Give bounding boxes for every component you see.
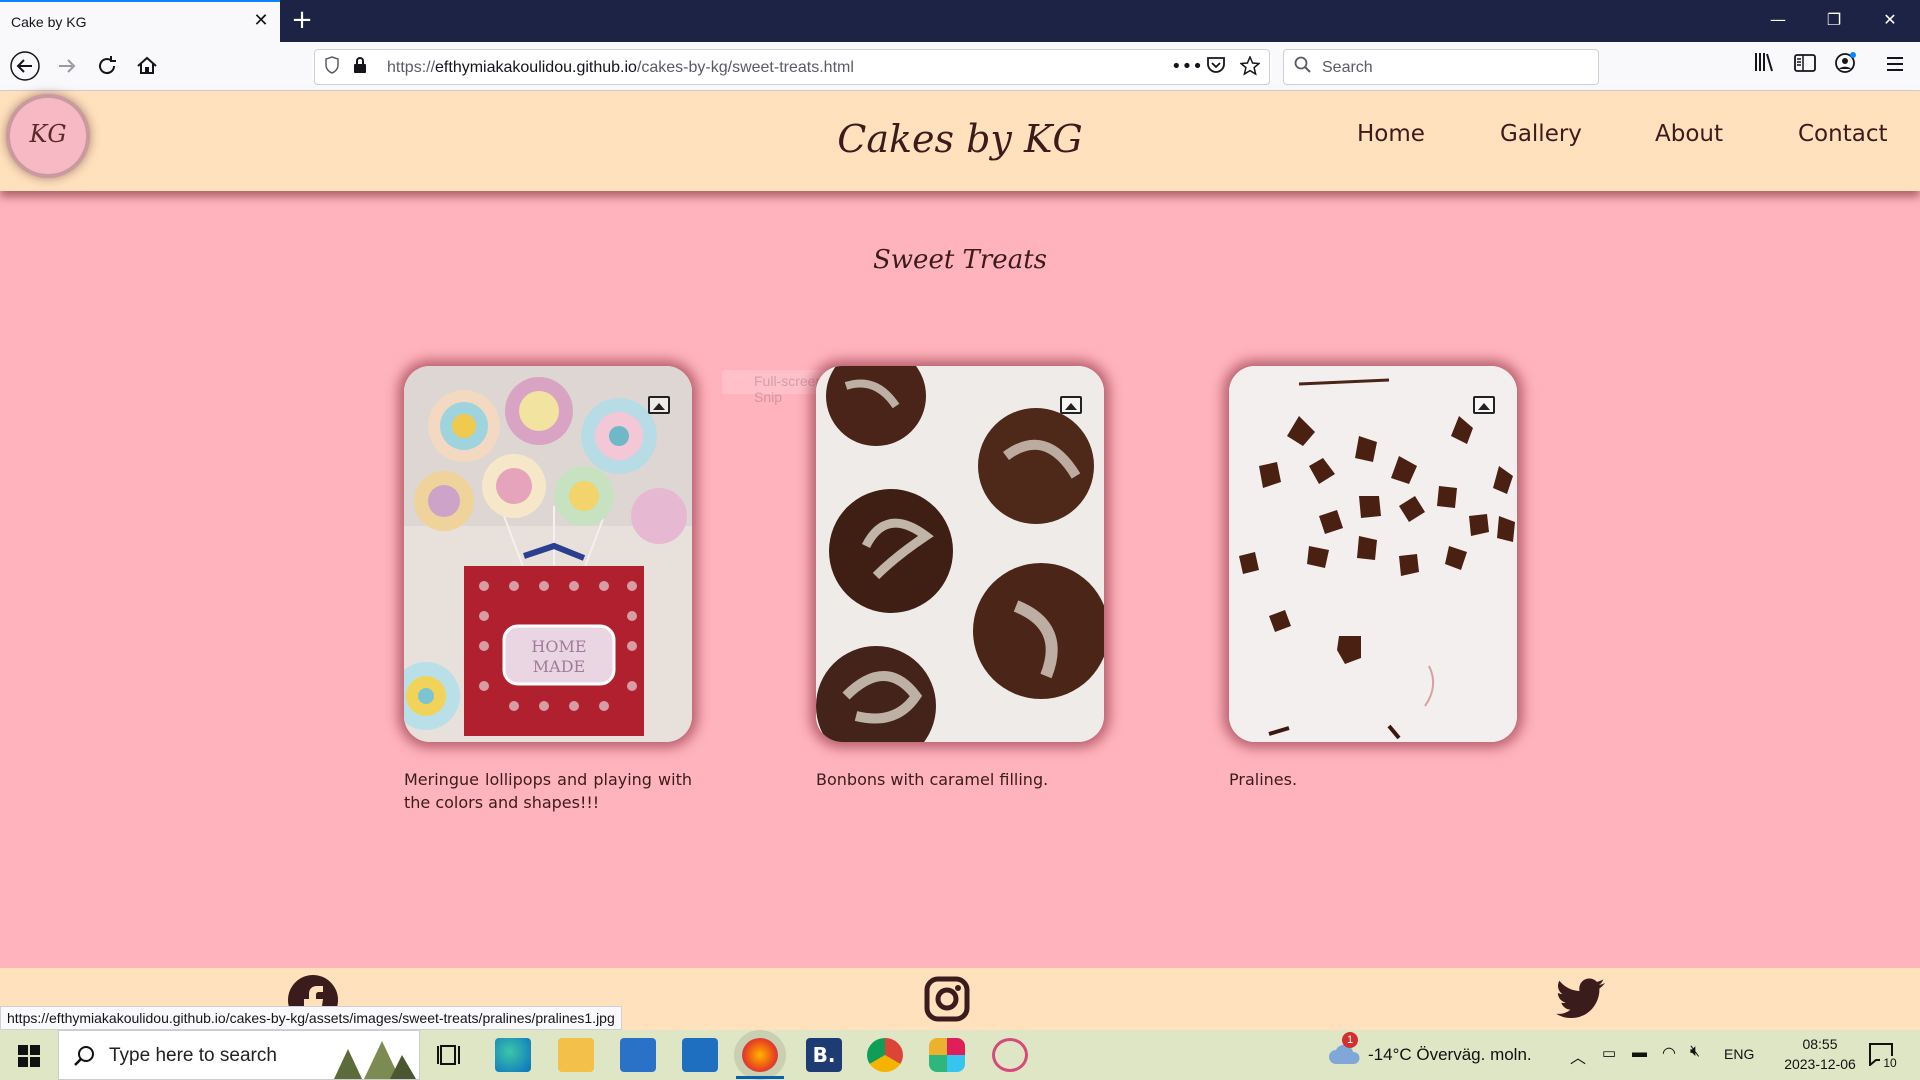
b-app-icon[interactable]: B. xyxy=(806,1038,842,1072)
home-icon[interactable] xyxy=(132,51,162,81)
instagram-icon[interactable] xyxy=(924,976,970,1022)
browser-tab-bar: Cake by KG ✕ + — ❐ ✕ xyxy=(0,0,1920,42)
search-icon xyxy=(1292,56,1314,78)
nav-home[interactable]: Home xyxy=(1357,121,1425,147)
search-highlight-image xyxy=(334,1041,416,1079)
bonbons-image xyxy=(816,366,1104,742)
slack-icon[interactable] xyxy=(929,1038,965,1072)
clock-time[interactable]: 08:55 xyxy=(1790,1036,1850,1052)
sidebar-icon[interactable] xyxy=(1790,51,1820,81)
card-caption-meringue: Meringue lollipops and playing with the … xyxy=(404,770,692,812)
search-input[interactable]: Search xyxy=(1283,49,1599,85)
weather-badge: 1 xyxy=(1342,1032,1358,1048)
snipping-tool-icon[interactable] xyxy=(992,1038,1028,1072)
close-tab-icon[interactable]: ✕ xyxy=(250,10,272,32)
search-icon xyxy=(74,1046,94,1066)
wifi-icon[interactable]: ◠ xyxy=(1662,1043,1676,1063)
gallery-card-meringue[interactable]: HOME MADE xyxy=(404,366,692,742)
gallery-icon[interactable] xyxy=(648,396,670,414)
firefox-icon[interactable] xyxy=(742,1038,778,1072)
weather-text[interactable]: -14°C Överväg. moln. xyxy=(1368,1045,1532,1065)
svg-text:MADE: MADE xyxy=(533,657,585,676)
meringue-lollipops-image: HOME MADE xyxy=(404,366,692,742)
account-icon[interactable] xyxy=(1830,51,1860,81)
address-bar[interactable]: https://efthymiakakoulidou.github.io/cak… xyxy=(314,49,1270,85)
pocket-icon[interactable] xyxy=(1205,56,1227,78)
back-icon[interactable] xyxy=(10,51,40,81)
windows-taskbar: Type here to search B. 1 -14°C Överväg. … xyxy=(0,1030,1920,1080)
gallery-card-bonbons[interactable] xyxy=(816,366,1104,742)
url-scheme: https:// xyxy=(387,59,436,76)
browser-nav-bar: https://efthymiakakoulidou.github.io/cak… xyxy=(0,42,1920,91)
new-tab-icon[interactable]: + xyxy=(288,6,316,34)
shield-icon[interactable] xyxy=(321,56,343,78)
search-placeholder: Search xyxy=(1322,59,1373,76)
menu-icon[interactable] xyxy=(1880,51,1910,81)
section-title: Sweet Treats xyxy=(872,245,1047,275)
reload-icon[interactable] xyxy=(92,51,122,81)
url-path: /cakes-by-kg/sweet-treats.html xyxy=(636,59,854,76)
battery-icon[interactable]: ▬ xyxy=(1632,1044,1647,1061)
gallery-card-pralines[interactable] xyxy=(1229,366,1517,742)
close-window-icon[interactable]: ✕ xyxy=(1862,0,1918,42)
logo-text: KG xyxy=(29,120,67,148)
language-indicator[interactable]: ENG xyxy=(1724,1046,1754,1062)
notification-count: 10 xyxy=(1880,1056,1900,1074)
nav-contact[interactable]: Contact xyxy=(1798,121,1887,147)
url-text: https://efthymiakakoulidou.github.io/cak… xyxy=(387,59,854,77)
site-logo[interactable]: KG xyxy=(10,98,86,174)
task-view-icon[interactable] xyxy=(437,1042,463,1068)
chrome-icon[interactable] xyxy=(867,1038,903,1072)
tab-title: Cake by KG xyxy=(11,14,87,30)
meet-now-icon[interactable]: ▭ xyxy=(1602,1044,1616,1062)
page-actions-icon[interactable]: ••• xyxy=(1171,56,1203,78)
chevron-up-icon[interactable]: ︿ xyxy=(1570,1044,1586,1068)
gallery-icon[interactable] xyxy=(1473,396,1495,414)
twitter-icon[interactable] xyxy=(1556,978,1606,1020)
edge-icon[interactable] xyxy=(495,1038,531,1072)
file-explorer-icon[interactable] xyxy=(558,1038,594,1072)
url-host: efthymiakakoulidou.github.io xyxy=(435,59,637,76)
minimize-icon[interactable]: — xyxy=(1750,0,1806,42)
taskbar-search-placeholder: Type here to search xyxy=(109,1045,277,1066)
library-icon[interactable] xyxy=(1750,51,1780,81)
pralines-image xyxy=(1229,366,1517,742)
nav-about[interactable]: About xyxy=(1655,121,1723,147)
site-header: KG Cakes by KG Home Gallery About Contac… xyxy=(0,91,1920,191)
clock-date[interactable]: 2023-12-06 xyxy=(1770,1056,1870,1072)
restore-icon[interactable]: ❐ xyxy=(1806,0,1862,42)
windows-start-icon[interactable] xyxy=(18,1045,40,1067)
lock-icon[interactable] xyxy=(349,56,371,78)
status-url: https://efthymiakakoulidou.github.io/cak… xyxy=(0,1006,622,1030)
svg-text:HOME: HOME xyxy=(531,637,586,656)
forward-icon[interactable] xyxy=(52,51,82,81)
browser-tab[interactable]: Cake by KG ✕ xyxy=(0,0,280,42)
site-title: Cakes by KG xyxy=(837,117,1083,161)
active-app-indicator xyxy=(736,1076,784,1079)
card-caption-bonbons: Bonbons with caramel filling. xyxy=(816,770,1049,789)
nav-gallery[interactable]: Gallery xyxy=(1500,121,1582,147)
taskbar-search-input[interactable]: Type here to search xyxy=(58,1030,420,1080)
gallery-icon[interactable] xyxy=(1060,396,1082,414)
card-caption-pralines: Pralines. xyxy=(1229,770,1298,789)
speaker-muted-icon[interactable]: 🔇︎ xyxy=(1690,1043,1700,1061)
store-icon[interactable] xyxy=(620,1038,656,1072)
mail-icon[interactable] xyxy=(682,1038,718,1072)
bookmark-star-icon[interactable] xyxy=(1239,55,1261,78)
